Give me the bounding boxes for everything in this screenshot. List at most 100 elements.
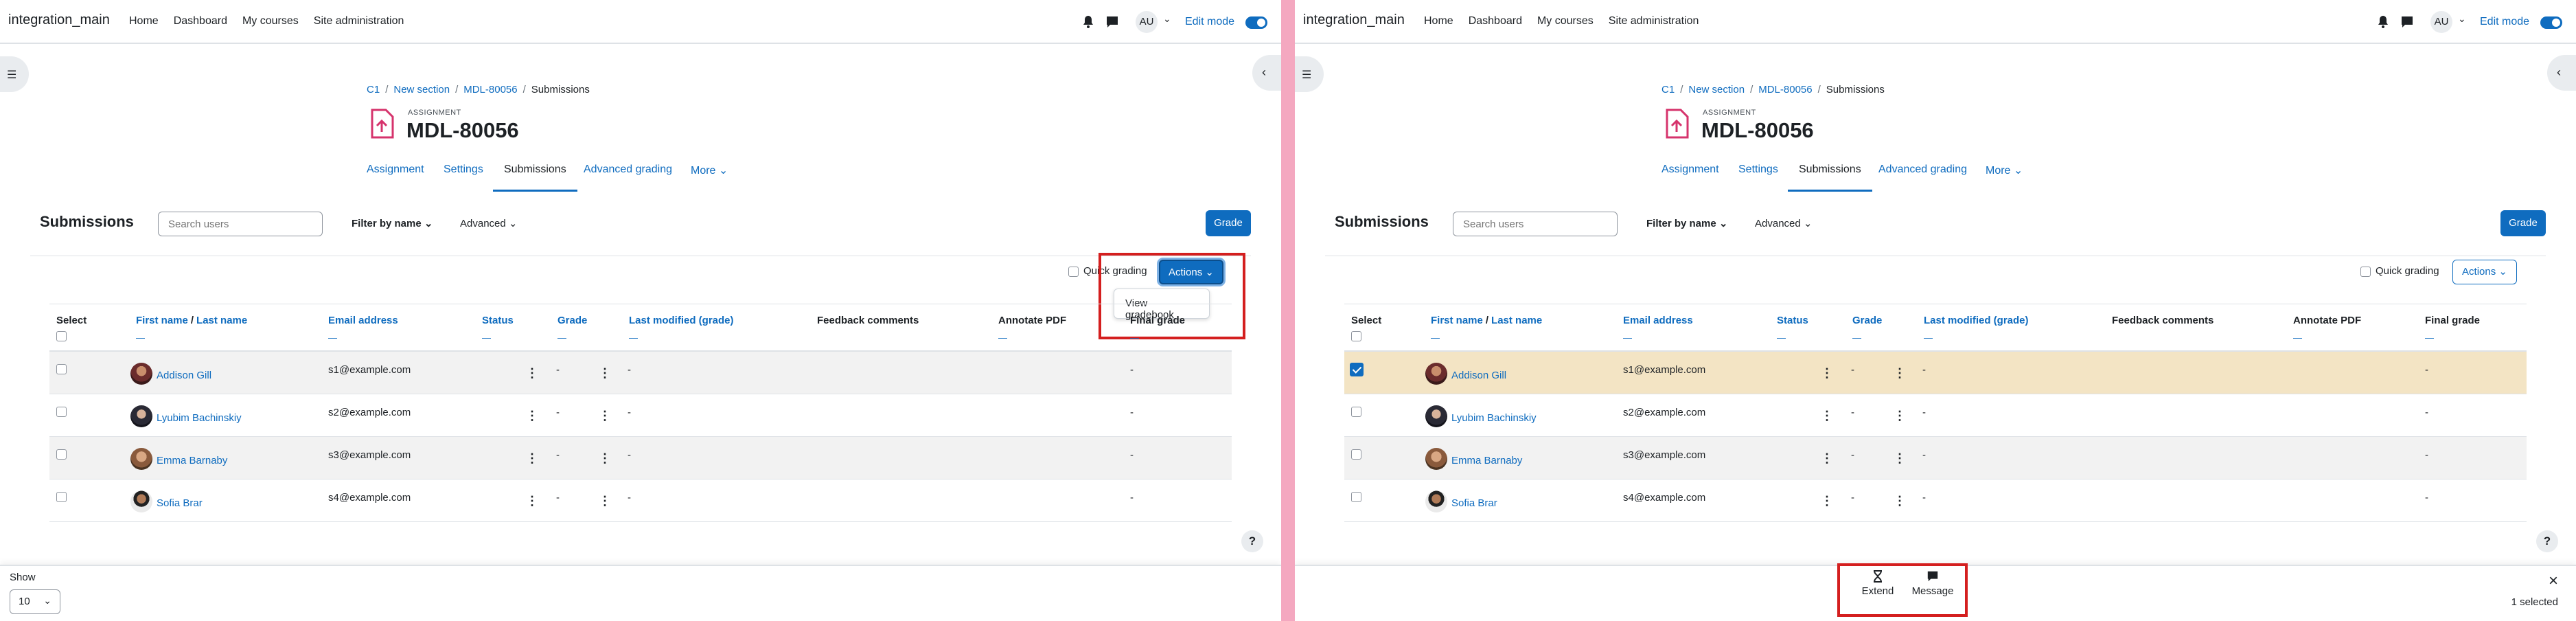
quick-grading-checkbox[interactable] [2360, 267, 2371, 277]
user-avatar-picture[interactable] [130, 363, 152, 385]
nav-link-site-administration[interactable]: Site administration [1609, 15, 1699, 27]
collapse-column-icon[interactable]: — [1431, 332, 1440, 343]
user-name-link[interactable]: Sofia Brar [157, 497, 203, 509]
row-select-checkbox[interactable] [56, 407, 67, 417]
tab-more[interactable]: More ⌄ [691, 163, 728, 177]
collapse-column-icon[interactable]: — [2425, 332, 2434, 343]
grade-menu-kebab-icon[interactable]: ⋮ [599, 367, 611, 379]
search-users-input[interactable] [158, 212, 323, 236]
collapse-column-icon[interactable]: — [1852, 332, 1861, 343]
column-header-grade[interactable]: Grade [557, 315, 587, 326]
column-header-email[interactable]: Email address [1623, 315, 1693, 326]
user-name-link[interactable]: Lyubim Bachinskiy [1451, 412, 1537, 424]
nav-link-my-courses[interactable]: My courses [1537, 15, 1594, 27]
breadcrumb-item[interactable]: MDL-80056 [1758, 84, 1812, 95]
user-avatar-picture[interactable] [1425, 405, 1447, 427]
sort-last-name-link[interactable]: Last name [196, 315, 247, 326]
row-select-checkbox[interactable] [1351, 492, 1361, 502]
collapse-column-icon[interactable]: — [2293, 332, 2302, 343]
user-avatar-picture[interactable] [1425, 448, 1447, 470]
breadcrumb-item[interactable]: C1 [367, 84, 380, 95]
row-select-checkbox[interactable] [1351, 407, 1361, 417]
user-avatar-picture[interactable] [130, 405, 152, 427]
edit-mode-toggle[interactable] [1245, 16, 1267, 29]
tab-assignment[interactable]: Assignment [1661, 163, 1719, 176]
collapse-column-icon[interactable]: — [328, 332, 337, 343]
open-block-drawer-button[interactable]: ‹ [1252, 55, 1281, 91]
column-header-status[interactable]: Status [1777, 315, 1808, 326]
nav-link-site-administration[interactable]: Site administration [314, 15, 404, 27]
user-name-link[interactable]: Addison Gill [1451, 370, 1506, 381]
advanced-dropdown[interactable]: Advanced ⌄ [460, 217, 517, 229]
user-name-link[interactable]: Sofia Brar [1451, 497, 1497, 509]
site-brand[interactable]: integration_main [8, 12, 110, 28]
messages-icon[interactable] [1105, 15, 1119, 29]
chevron-down-icon[interactable]: ⌄ [1163, 13, 1171, 25]
user-avatar-picture[interactable] [130, 490, 152, 512]
select-all-checkbox[interactable] [56, 331, 67, 341]
tab-settings[interactable]: Settings [1738, 163, 1778, 176]
nav-link-dashboard[interactable]: Dashboard [174, 15, 227, 27]
tab-settings[interactable]: Settings [444, 163, 483, 176]
status-menu-kebab-icon[interactable]: ⋮ [526, 409, 538, 422]
collapse-column-icon[interactable]: — [557, 332, 566, 343]
status-menu-kebab-icon[interactable]: ⋮ [1821, 452, 1833, 464]
per-page-select[interactable]: 10 ⌄ [10, 589, 60, 614]
user-name-link[interactable]: Emma Barnaby [1451, 455, 1522, 466]
grade-menu-kebab-icon[interactable]: ⋮ [599, 495, 611, 507]
user-avatar[interactable]: AU [2430, 11, 2452, 33]
advanced-dropdown[interactable]: Advanced ⌄ [1755, 217, 1812, 229]
search-users-input[interactable] [1453, 212, 1618, 236]
filter-by-name-dropdown[interactable]: Filter by name ⌄ [352, 217, 433, 229]
collapse-column-icon[interactable]: — [1924, 332, 1933, 343]
tab-advanced-grading[interactable]: Advanced grading [1878, 163, 1967, 176]
filter-by-name-dropdown[interactable]: Filter by name ⌄ [1646, 217, 1727, 229]
collapse-column-icon[interactable]: — [136, 332, 145, 343]
nav-link-home[interactable]: Home [129, 15, 159, 27]
grade-menu-kebab-icon[interactable]: ⋮ [599, 452, 611, 464]
grade-menu-kebab-icon[interactable]: ⋮ [599, 409, 611, 422]
column-header-last-modified[interactable]: Last modified (grade) [629, 315, 734, 326]
edit-mode-toggle[interactable] [2540, 16, 2562, 29]
user-avatar-picture[interactable] [1425, 363, 1447, 385]
status-menu-kebab-icon[interactable]: ⋮ [526, 367, 538, 379]
notification-bell-icon[interactable] [1082, 15, 1094, 29]
select-all-checkbox[interactable] [1351, 331, 1361, 341]
status-menu-kebab-icon[interactable]: ⋮ [1821, 495, 1833, 507]
status-menu-kebab-icon[interactable]: ⋮ [1821, 409, 1833, 422]
tab-submissions[interactable]: Submissions [493, 163, 577, 192]
user-name-link[interactable]: Lyubim Bachinskiy [157, 412, 242, 424]
notification-bell-icon[interactable] [2377, 15, 2389, 29]
column-header-email[interactable]: Email address [328, 315, 398, 326]
nav-link-my-courses[interactable]: My courses [242, 15, 299, 27]
row-select-checkbox[interactable] [56, 449, 67, 460]
breadcrumb-item[interactable]: New section [393, 84, 450, 95]
close-icon[interactable]: × [2549, 572, 2558, 591]
status-menu-kebab-icon[interactable]: ⋮ [526, 452, 538, 464]
row-select-checkbox[interactable] [56, 364, 67, 374]
help-button[interactable]: ? [2536, 530, 2558, 552]
open-course-index-button[interactable]: ☰ [0, 56, 29, 92]
user-avatar-picture[interactable] [1425, 490, 1447, 512]
tab-advanced-grading[interactable]: Advanced grading [584, 163, 672, 176]
collapse-column-icon[interactable]: — [482, 332, 491, 343]
user-avatar-picture[interactable] [130, 448, 152, 470]
tab-assignment[interactable]: Assignment [367, 163, 424, 176]
sort-first-name-link[interactable]: First name [136, 315, 188, 326]
row-select-checkbox[interactable] [1350, 363, 1364, 376]
site-brand[interactable]: integration_main [1303, 12, 1405, 28]
nav-link-dashboard[interactable]: Dashboard [1469, 15, 1522, 27]
column-header-grade[interactable]: Grade [1852, 315, 1882, 326]
grade-menu-kebab-icon[interactable]: ⋮ [1894, 452, 1906, 464]
row-select-checkbox[interactable] [1351, 449, 1361, 460]
collapse-column-icon[interactable]: — [629, 332, 638, 343]
collapse-column-icon[interactable]: — [1777, 332, 1786, 343]
open-block-drawer-button[interactable]: ‹ [2547, 55, 2576, 91]
nav-link-home[interactable]: Home [1424, 15, 1453, 27]
chevron-down-icon[interactable]: ⌄ [2458, 13, 2466, 25]
status-menu-kebab-icon[interactable]: ⋮ [1821, 367, 1833, 379]
breadcrumb-item[interactable]: New section [1688, 84, 1745, 95]
tab-submissions[interactable]: Submissions [1788, 163, 1872, 192]
user-name-link[interactable]: Addison Gill [157, 370, 211, 381]
sort-first-name-link[interactable]: First name [1431, 315, 1483, 326]
